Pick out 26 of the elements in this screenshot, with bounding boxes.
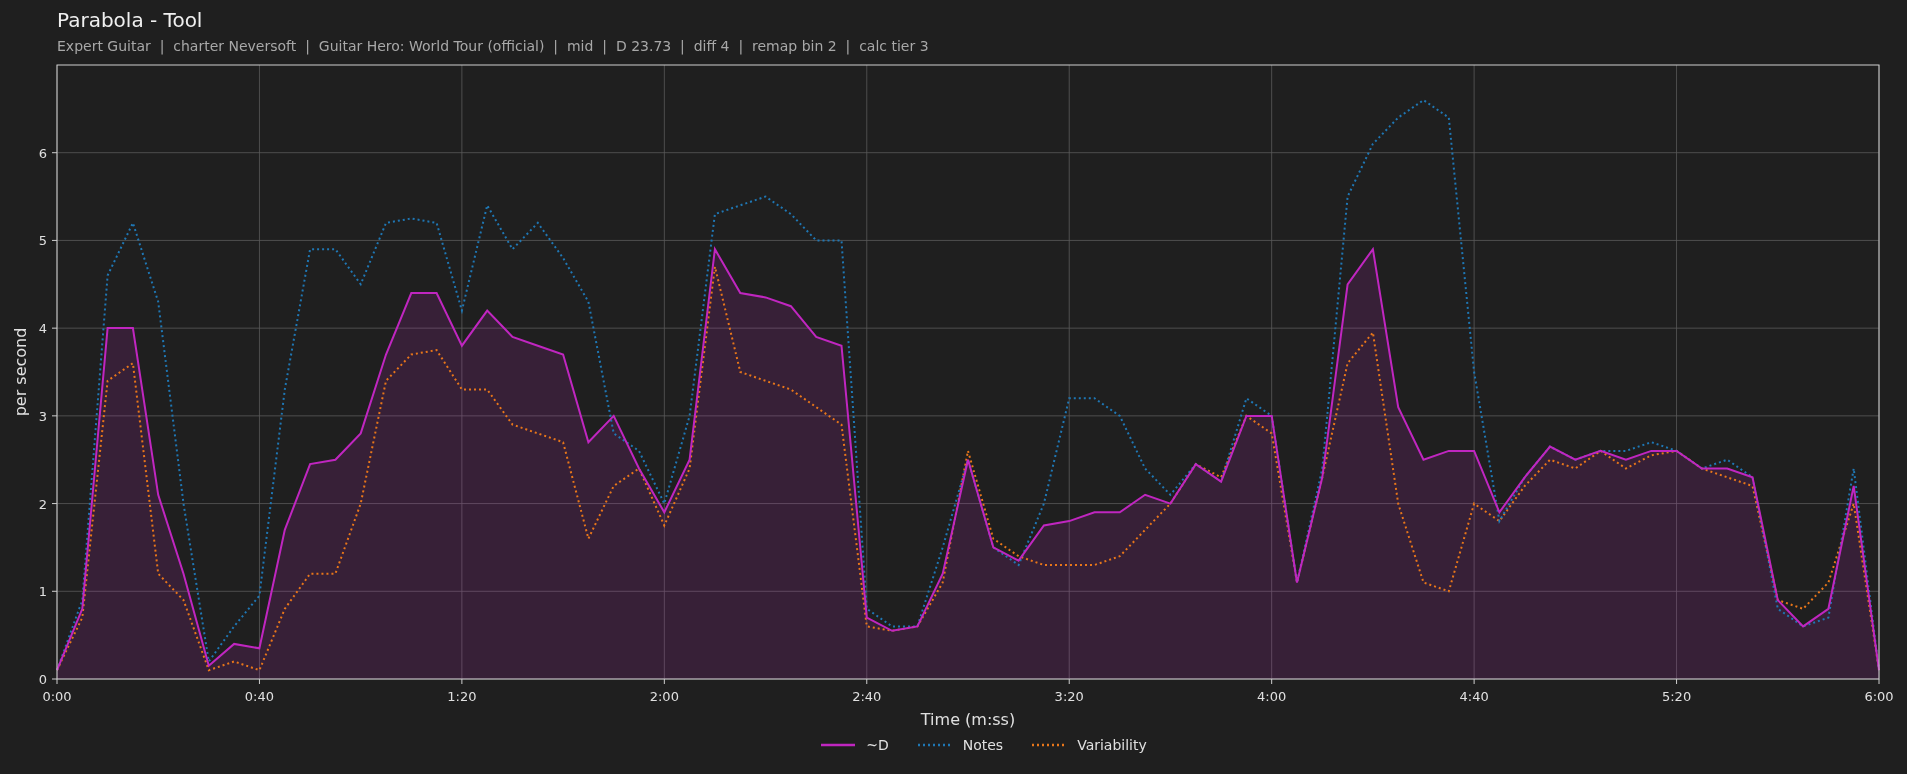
x-tick-label: 2:00 — [649, 689, 679, 704]
x-tick-label: 2:40 — [852, 689, 882, 704]
legend-label: ~D — [866, 737, 889, 753]
legend-label: Notes — [962, 737, 1004, 753]
y-tick-label: 4 — [38, 321, 47, 337]
x-axis-label: Time (m:ss) — [920, 710, 1016, 729]
y-tick-label: 1 — [38, 584, 47, 600]
x-tick-label: 4:40 — [1459, 689, 1489, 704]
y-tick-label: 6 — [38, 145, 47, 161]
y-tick-label: 2 — [38, 496, 47, 512]
legend-label: Variability — [1077, 737, 1147, 753]
chart-subtitle: Expert Guitar | charter Neversoft | Guitar Hero: World Tour (official) | mid | D 23.73 | diff 4 | remap bin 2 | calc tier 3 — [57, 37, 930, 56]
legend-swatch-icon — [916, 741, 953, 749]
x-tick-label: 1:20 — [447, 689, 477, 704]
x-tick-label: 0:00 — [42, 689, 72, 704]
y-tick-label: 0 — [38, 672, 47, 687]
y-tick-label: 5 — [38, 233, 47, 249]
x-tick-label: 3:20 — [1054, 689, 1084, 704]
y-tick-label: 3 — [38, 408, 47, 424]
y-axis-label: per second — [11, 327, 30, 417]
x-tick-label: 5:20 — [1661, 689, 1692, 704]
x-tick-label: 0:40 — [244, 689, 275, 704]
legend-swatch-icon — [820, 741, 857, 749]
x-tick-label: 6:00 — [1864, 689, 1894, 704]
x-tick-label: 4:00 — [1257, 689, 1287, 704]
window-title: Parabola - Tool — [57, 7, 204, 34]
